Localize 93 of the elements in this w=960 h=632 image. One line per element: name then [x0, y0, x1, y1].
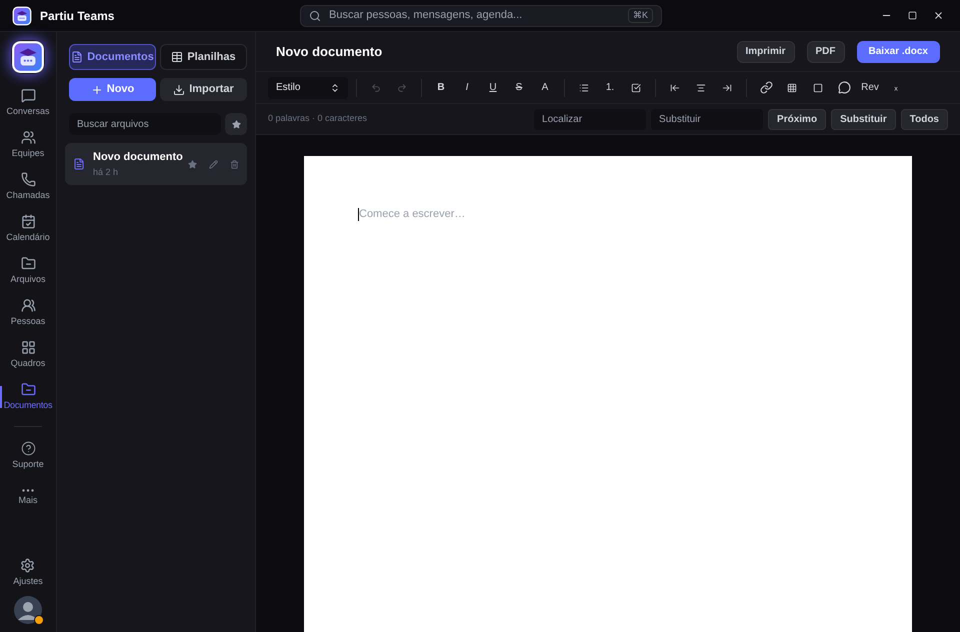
- people-icon: [20, 130, 36, 145]
- nav-label: Arquivos: [10, 272, 46, 286]
- help-icon: [20, 440, 36, 456]
- nav-label: Quadros: [10, 356, 46, 370]
- import-button[interactable]: Importar: [160, 78, 247, 101]
- format-button[interactable]: B: [430, 76, 452, 98]
- nav-item[interactable]: Arquivos: [0, 250, 56, 292]
- settings-item[interactable]: Ajustes: [13, 558, 43, 588]
- nav-item[interactable]: Quadros: [0, 334, 56, 376]
- nav-item[interactable]: Pessoas: [0, 292, 56, 334]
- nav-item[interactable]: Documentos: [0, 376, 56, 418]
- maximize-icon[interactable]: [908, 11, 917, 20]
- find-action-button[interactable]: Todos: [900, 108, 948, 130]
- format-button[interactable]: U: [482, 76, 504, 98]
- align-icon: [696, 82, 706, 92]
- tab[interactable]: Planilhas: [160, 44, 247, 70]
- document-icon: [73, 158, 85, 170]
- folder-icon: [20, 382, 36, 397]
- nav-item[interactable]: Mais: [0, 477, 56, 519]
- square-icon: [813, 82, 823, 92]
- search-field[interactable]: Buscar pessoas, mensagens, agenda...: [329, 7, 620, 24]
- app-title: Partiu Teams: [40, 8, 114, 24]
- nav-item[interactable]: Suporte: [0, 435, 56, 477]
- print-button[interactable]: Imprimir: [736, 40, 795, 62]
- checkbox-icon: [631, 82, 641, 92]
- page-placeholder: Comece a escrever…: [359, 207, 466, 222]
- redo-icon: [397, 82, 407, 92]
- file-name: Novo documento: [93, 150, 180, 165]
- nav-label: Suporte: [12, 458, 44, 471]
- find-field[interactable]: Localizar: [534, 108, 646, 130]
- nav-label: Pessoas: [10, 314, 46, 328]
- format-button[interactable]: 1.: [599, 76, 621, 98]
- nav-item[interactable]: Calendário: [0, 208, 56, 250]
- grid-icon: [20, 340, 36, 355]
- phone-icon: [20, 172, 36, 187]
- edit-icon[interactable]: [209, 160, 218, 168]
- more-icon: [22, 488, 34, 492]
- nav-item[interactable]: Conversas: [0, 82, 56, 124]
- search-bar[interactable]: Buscar pessoas, mensagens, agenda... ⌘K: [300, 4, 662, 26]
- app-logo-icon: [11, 40, 45, 74]
- nav-label: Equipes: [12, 146, 44, 160]
- search-icon: [309, 10, 321, 22]
- new-button[interactable]: Novo: [69, 78, 156, 101]
- format-button[interactable]: S: [508, 76, 530, 98]
- nav-label: Mais: [18, 494, 38, 507]
- folder-icon: [20, 256, 36, 271]
- nav-label: Ajustes: [13, 574, 43, 588]
- download-button[interactable]: Baixar .docx: [856, 40, 940, 62]
- outdent-icon: [670, 82, 680, 92]
- file-search-field[interactable]: Buscar arquivos: [69, 113, 221, 135]
- bullet-list-icon: [579, 82, 589, 92]
- nav-label: Documentos: [4, 398, 52, 412]
- file-time: há 2 h: [93, 166, 120, 178]
- nav-label: Chamadas: [6, 188, 50, 202]
- tab[interactable]: Documentos: [69, 44, 156, 70]
- nav-item[interactable]: Equipes: [0, 124, 56, 166]
- star-icon[interactable]: [188, 160, 197, 168]
- format-button[interactable]: Rev: [859, 76, 881, 98]
- undo-icon: [371, 82, 381, 92]
- app-logo-icon: [12, 6, 32, 26]
- find-action-button[interactable]: Substituir: [831, 108, 896, 130]
- download-icon: [173, 84, 186, 96]
- calendar-icon: [20, 214, 36, 229]
- plus-icon: [90, 84, 103, 96]
- star-icon: [232, 120, 240, 128]
- find-action-button[interactable]: Próximo: [768, 108, 826, 130]
- avatar[interactable]: [14, 596, 42, 624]
- format-button[interactable]: A: [534, 76, 556, 98]
- chevrons-icon: [330, 82, 340, 92]
- delete-icon[interactable]: [230, 160, 239, 168]
- comment-icon: [838, 81, 850, 94]
- chat-icon: [20, 88, 36, 103]
- nav-label: Conversas: [6, 104, 50, 118]
- nav-item[interactable]: Chamadas: [0, 166, 56, 208]
- file-item[interactable]: Novo documento há 2 h: [65, 143, 247, 185]
- settings-icon: [20, 558, 36, 572]
- shortcut-hint: ⌘K: [628, 8, 653, 24]
- table-icon: [787, 82, 797, 92]
- indent-icon: [722, 82, 732, 92]
- style-select[interactable]: Estilo: [268, 76, 348, 98]
- format-button[interactable]: ₓ: [885, 76, 907, 98]
- nav-label: Calendário: [6, 230, 50, 244]
- document-title: Novo documento: [276, 42, 384, 61]
- document-icon: [71, 51, 84, 63]
- people-icon: [20, 298, 36, 313]
- word-count: 0 palavras · 0 caracteres: [268, 112, 368, 126]
- format-button[interactable]: I: [456, 76, 478, 98]
- favorites-button[interactable]: [225, 113, 247, 135]
- table-icon: [171, 51, 184, 63]
- replace-field[interactable]: Substituir: [651, 108, 764, 130]
- close-icon[interactable]: [933, 10, 944, 21]
- link-icon: [760, 81, 772, 94]
- pdf-button[interactable]: PDF: [806, 40, 845, 62]
